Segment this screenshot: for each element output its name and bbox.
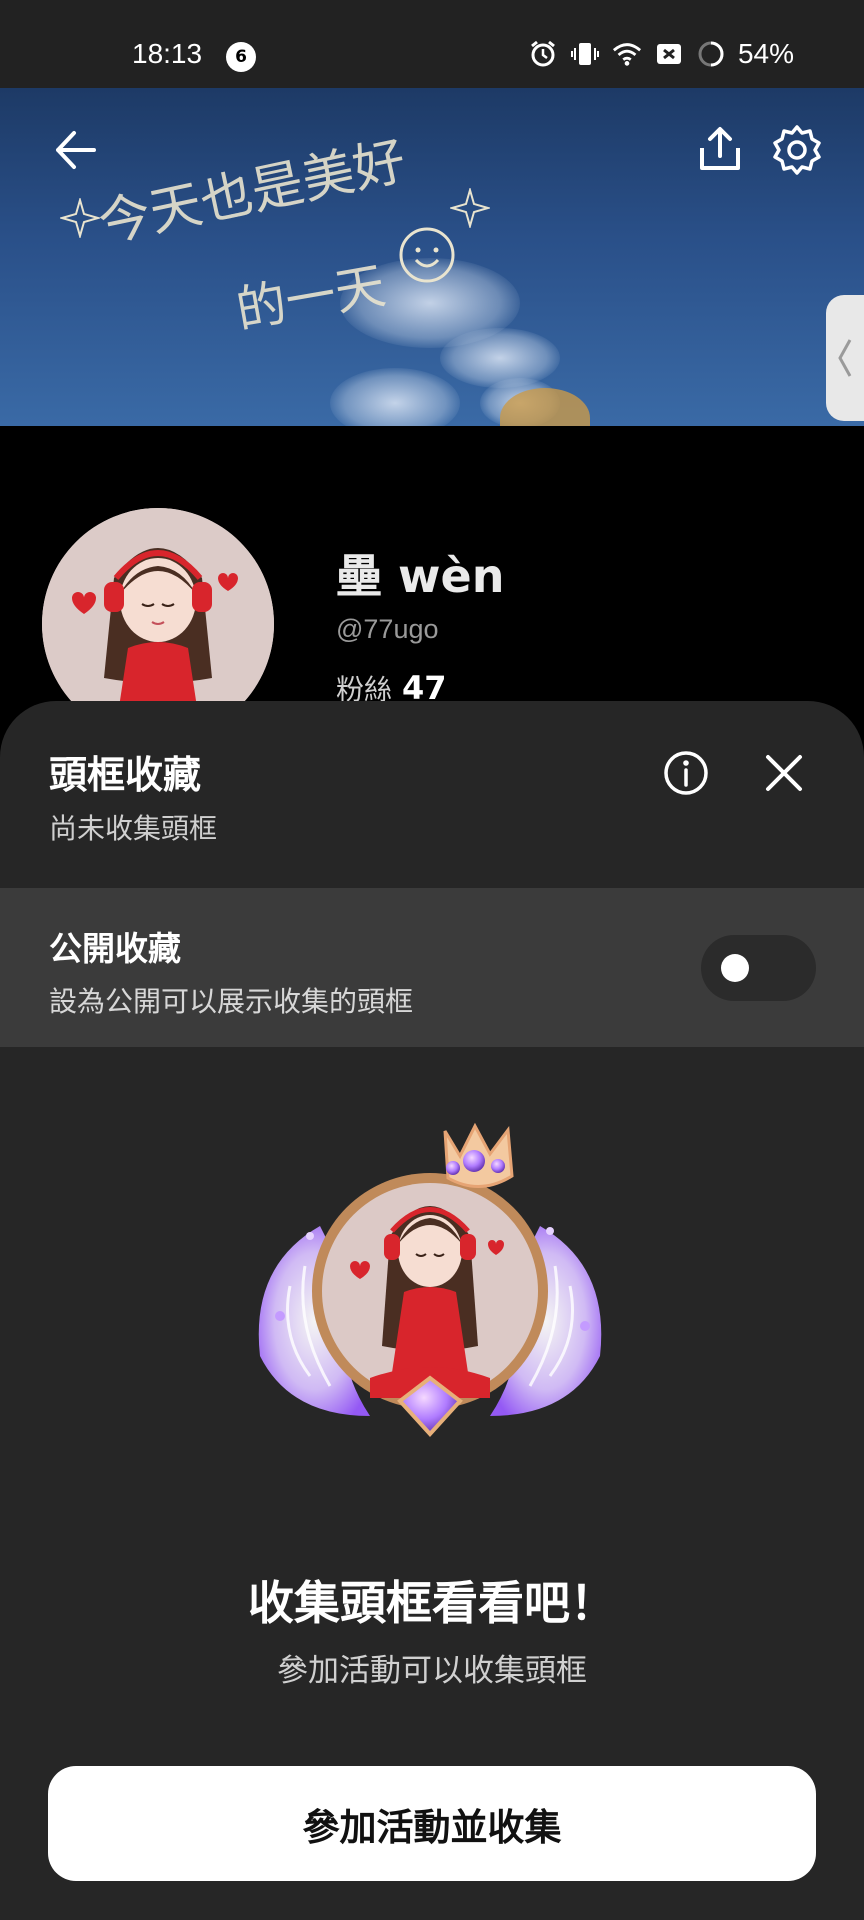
frame-collection-sheet: 頭框收藏 尚未收集頭框 公開收藏 設為公開可以展示收集的頭框 收集頭框看看吧！ … bbox=[0, 701, 864, 1920]
battery-percent: 54% bbox=[737, 38, 794, 69]
public-collection-row: 公開收藏 設為公開可以展示收集的頭框 bbox=[0, 888, 864, 1047]
status-time: 18:13 bbox=[132, 38, 203, 69]
no-signal-icon bbox=[654, 39, 684, 69]
side-drawer-handle[interactable] bbox=[826, 295, 864, 421]
empty-state-subtitle: 參加活動可以收集頭框 bbox=[277, 1653, 587, 1689]
battery-saver-icon bbox=[696, 39, 726, 69]
settings-button[interactable] bbox=[765, 118, 829, 182]
toggle-knob bbox=[721, 954, 749, 982]
share-button[interactable] bbox=[688, 118, 752, 182]
profile-name: 壘 wèn bbox=[336, 549, 505, 603]
info-icon bbox=[664, 751, 708, 795]
share-icon bbox=[700, 127, 740, 170]
frame-preview-illustration bbox=[250, 1116, 610, 1466]
gear-icon bbox=[773, 125, 821, 175]
public-collection-title: 公開收藏 bbox=[49, 929, 181, 968]
vibrate-icon bbox=[570, 39, 600, 69]
close-icon bbox=[766, 755, 802, 791]
sheet-subtitle: 尚未收集頭框 bbox=[49, 812, 218, 845]
arrow-left-icon bbox=[56, 131, 96, 169]
close-button[interactable] bbox=[760, 749, 808, 797]
profile-handle: @77ugo bbox=[336, 614, 439, 644]
wifi-icon bbox=[612, 39, 642, 69]
profile-cover-image: 今天也是美好 的一天 bbox=[0, 88, 864, 426]
join-event-button[interactable]: 參加活動並收集 bbox=[48, 1766, 816, 1881]
sparkle-doodle-icon bbox=[60, 198, 100, 238]
empty-state-title: 收集頭框看看吧！ bbox=[248, 1576, 616, 1630]
alarm-icon bbox=[528, 39, 558, 69]
public-collection-toggle[interactable] bbox=[701, 935, 816, 1001]
status-icons: 54% bbox=[528, 38, 794, 70]
notification-count-badge: 6 bbox=[226, 42, 256, 72]
public-collection-subtitle: 設為公開可以展示收集的頭框 bbox=[49, 985, 414, 1018]
sparkle-doodle-icon bbox=[450, 188, 490, 228]
back-button[interactable] bbox=[44, 118, 108, 182]
smiley-doodle-icon bbox=[399, 227, 455, 283]
cover-handwriting-line1: 今天也是美好 bbox=[93, 131, 411, 255]
sheet-title: 頭框收藏 bbox=[49, 753, 202, 797]
status-bar: 18:13 6 54% bbox=[0, 0, 864, 88]
info-button[interactable] bbox=[662, 749, 710, 797]
chevron-left-icon bbox=[838, 339, 852, 377]
